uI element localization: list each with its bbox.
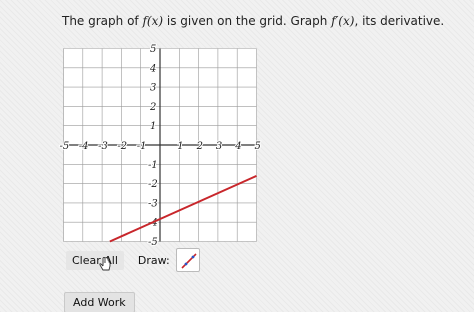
x-tick-label: -2 — [117, 141, 127, 152]
add-work-button[interactable]: Add Work — [64, 292, 135, 312]
x-tick-label: 2 — [196, 141, 203, 152]
hand-cursor-icon — [99, 256, 111, 270]
x-tick-label: 5 — [255, 141, 261, 152]
clear-all-button[interactable]: Clear All — [66, 250, 124, 270]
draw-label: Draw: — [137, 253, 170, 267]
draw-line-tool-button[interactable] — [175, 248, 200, 272]
y-tick-label: 5 — [150, 44, 156, 55]
x-tick-label: -5 — [60, 141, 70, 152]
y-tick-label: -2 — [148, 179, 158, 190]
y-tick-label: -3 — [148, 198, 158, 209]
x-tick-label: 3 — [216, 141, 222, 152]
y-tick-label: 2 — [149, 102, 156, 113]
y-tick-label: -1 — [148, 160, 158, 171]
y-tick-label: 1 — [150, 121, 156, 132]
y-tick-label: 4 — [149, 63, 156, 74]
x-tick-label: -1 — [137, 141, 147, 152]
x-tick-label: -4 — [79, 141, 89, 152]
line-tool-icon — [181, 253, 197, 269]
toolbar: Clear All Draw: — [66, 248, 200, 272]
x-tick-label: 4 — [234, 141, 241, 152]
x-tick-label: 1 — [177, 141, 183, 152]
y-tick-label: 3 — [150, 83, 156, 94]
x-tick-label: -3 — [98, 141, 108, 152]
y-tick-label: -5 — [148, 237, 158, 248]
